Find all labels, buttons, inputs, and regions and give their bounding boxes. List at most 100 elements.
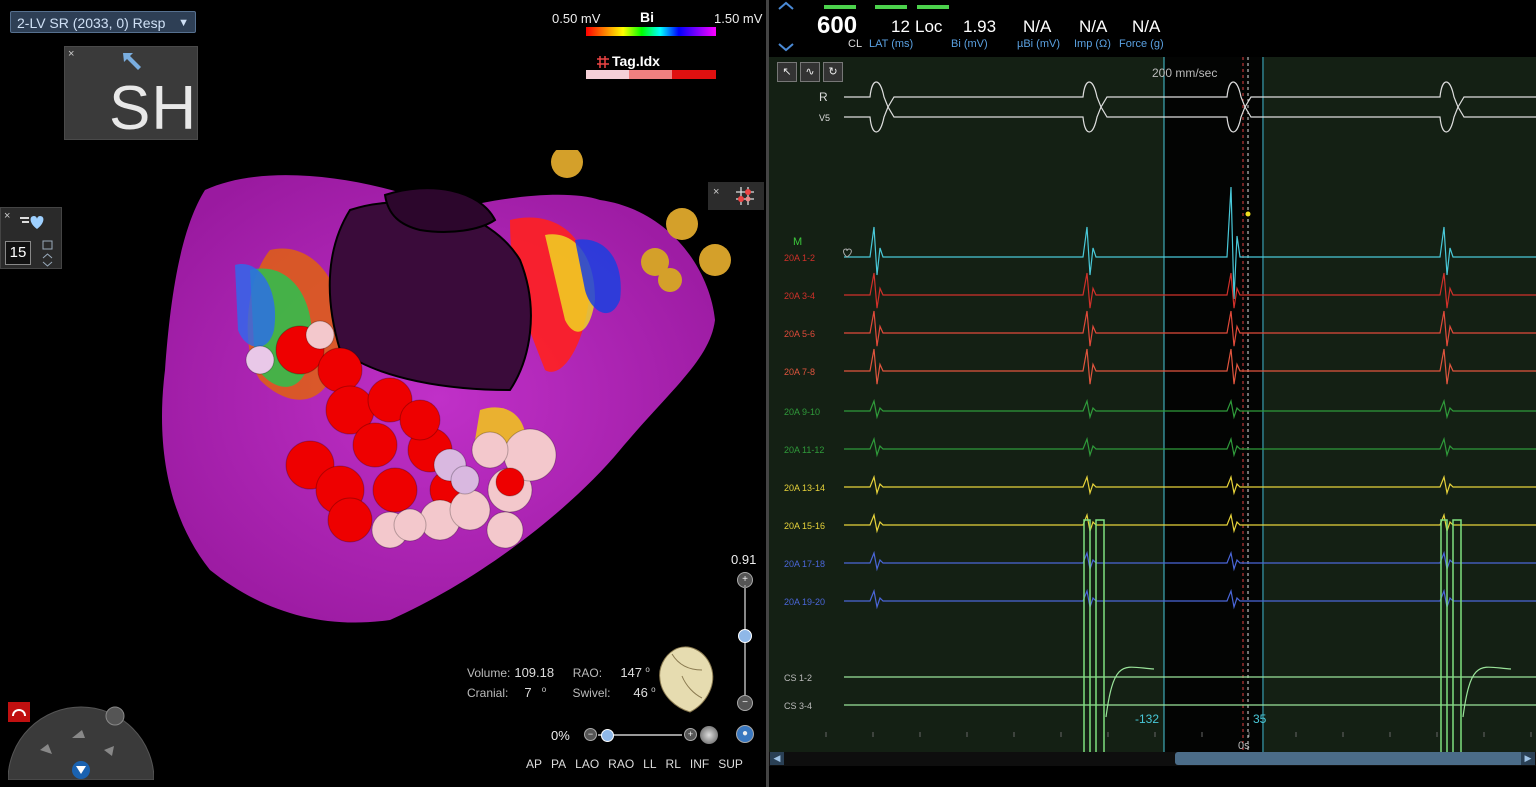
carto-logo-icon [8,702,30,722]
channel-label[interactable]: 20A 5-6 [784,329,815,339]
volume-label: Volume: [467,666,511,680]
rao-label: RAO: [572,666,603,680]
stepper-icon[interactable] [41,240,55,268]
loc-value: Loc [915,17,943,36]
channel-label[interactable]: 20A 19-20 [784,597,825,607]
channel-label[interactable]: CS 3-4 [784,701,812,711]
channel-label[interactable]: 20A 11-12 [784,445,824,455]
bi-value: 1.93 [963,17,997,36]
ablation-tag[interactable] [372,467,418,513]
trace-toolbar: ↖ ∿ ↻ [777,62,847,82]
cycle-length-input[interactable]: 15 [5,241,31,265]
opacity-slider-handle[interactable] [601,729,615,742]
pointer-tool-icon[interactable]: ↖ [777,62,797,82]
degree-symbol: o [541,685,547,694]
zoom-slider-handle[interactable] [738,628,752,643]
opacity-value: 0% [551,728,570,743]
channel-label[interactable]: 20A 3-4 [784,291,815,301]
lat-window [1164,57,1264,752]
sphere-icon[interactable] [700,726,718,744]
scroll-right-button[interactable]: ▶ [1521,752,1535,765]
signal-traces-area[interactable]: R V5 20A 1-2 20A 3-4 20A 5-6 20A 7-8 20A 9-10 2… [769,57,1536,752]
close-icon[interactable]: × [4,210,10,222]
scroll-thumb[interactable] [1175,752,1527,765]
zoom-out-button[interactable]: − [737,695,753,711]
cycle-length-widget: × 15 [0,207,62,269]
view-button-lao[interactable]: LAO [575,757,599,771]
ablation-tag[interactable] [327,497,373,543]
view-button-inf[interactable]: INF [690,757,709,771]
channel-label[interactable]: V5 [819,113,830,123]
view-button-rl[interactable]: RL [666,757,681,771]
opacity-increase-button[interactable]: + [684,728,697,741]
channel-label[interactable]: CS 1-2 [784,673,812,683]
rao-value: 147 [620,665,643,680]
cl-label: CL [848,38,863,50]
grid-tag-icon [597,56,609,68]
map-selector-label: 2-LV SR (2033, 0) Resp [17,15,166,31]
channel-label[interactable]: 20A 13-14 [784,483,825,493]
view-button-rao[interactable]: RAO [608,757,634,771]
scroll-left-button[interactable]: ◀ [770,752,784,765]
channel-label[interactable]: 20A 7-8 [784,367,815,377]
legend-min: 0.50 mV [552,11,601,26]
force-label: Force (g) [1119,38,1164,50]
lat-label: LAT (ms) [869,38,914,50]
channel-label[interactable]: R [819,90,828,104]
degree-symbol: o [651,685,656,694]
annotate-tool-icon[interactable]: ∿ [800,62,820,82]
channel-label[interactable]: 20A 9-10 [784,407,820,417]
reset-view-button[interactable]: ● [736,725,754,743]
ablation-tag[interactable] [245,345,275,375]
map-selector-dropdown[interactable]: 2-LV SR (2033, 0) Resp ▼ [10,11,196,33]
volume-value: 109.18 [514,665,555,680]
cl-indicator-bar [824,5,856,9]
chevron-down-icon[interactable] [777,41,795,53]
ablation-tag[interactable] [393,508,427,542]
view-label: SH [109,74,198,143]
loc-indicator-bar [917,5,949,9]
ablation-tag[interactable] [486,511,524,549]
force-value: N/A [1132,17,1161,36]
ablation-tag[interactable] [495,467,525,497]
close-icon[interactable]: × [68,48,74,60]
map-panel: 2-LV SR (2033, 0) Resp ▼ × SH × 15 0.50 … [0,0,766,787]
signal-trace [1462,666,1512,718]
refresh-icon[interactable]: ↻ [823,62,843,82]
cranial-value: 7 [524,685,532,700]
chevron-up-icon[interactable] [777,0,795,12]
navigation-fan[interactable] [8,700,154,780]
heart-3d-map[interactable] [150,150,770,630]
lat-left-annotation: -132 [1135,712,1159,726]
heart-icon [843,248,852,258]
ablation-tag[interactable] [450,465,480,495]
view-buttons: AP PA LAO RAO LL RL INF SUP [526,757,752,771]
ablation-tag[interactable] [399,399,441,441]
signals-panel: 600 CL 12 LAT (ms) Loc 1.93 Bi (mV) N/A … [769,0,1536,787]
channel-label[interactable]: 20A 1-2 [784,253,815,263]
tag-index-label: Tag.Idx [612,53,660,69]
view-button-sup[interactable]: SUP [718,757,743,771]
opacity-decrease-button[interactable]: − [584,728,597,741]
map-marker: M [793,236,802,248]
view-button-ap[interactable]: AP [526,757,542,771]
signal-trace [1105,666,1155,718]
ablation-tag[interactable] [471,431,509,469]
lat-value: 12 [891,17,910,36]
view-button-pa[interactable]: PA [551,757,566,771]
ablation-tag[interactable] [305,320,335,350]
imp-value: N/A [1079,17,1108,36]
ubi-value: N/A [1023,17,1052,36]
channel-label[interactable]: 20A 17-18 [784,559,825,569]
ablation-tag[interactable] [317,347,363,393]
imp-label: Imp (Ω) [1074,38,1111,50]
view-button-ll[interactable]: LL [643,757,656,771]
lat-indicator-bar [875,5,907,9]
ablation-tag[interactable] [449,489,491,531]
ubi-label: µBi (mV) [1017,38,1061,50]
lat-right-annotation: 35 [1253,712,1267,726]
heart-orientation-icon [659,646,714,713]
channel-label[interactable]: 20A 15-16 [784,521,825,531]
voltage-color-bar [586,27,716,36]
ablation-tag[interactable] [352,422,398,468]
